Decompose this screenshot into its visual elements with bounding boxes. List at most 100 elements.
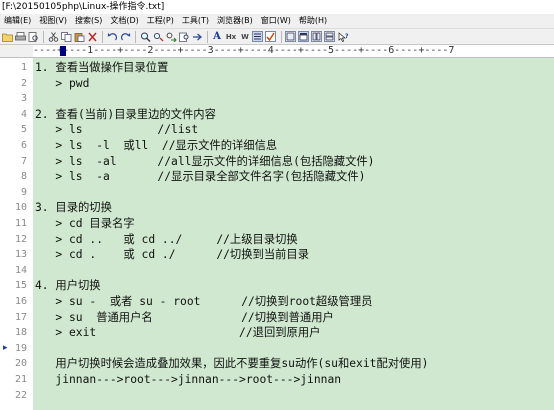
line-number: 16 (14, 296, 27, 307)
editor-line[interactable]: 14 (0, 263, 554, 279)
line-number: 12 (14, 233, 27, 245)
column-mode-icon[interactable] (252, 31, 263, 42)
print-preview-icon[interactable] (27, 31, 39, 43)
line-text[interactable]: > cd . 或 cd ./ //切换到当前目录 (35, 247, 309, 263)
word-wrap-icon[interactable]: W (239, 31, 251, 43)
menu-bar: 编辑(E) 视图(V) 搜索(S) 文档(D) 工程(P) 工具(T) 浏览器(… (0, 14, 554, 28)
line-number: 8 (20, 171, 27, 183)
line-number: 17 (14, 311, 27, 323)
open-folder-icon[interactable] (1, 31, 13, 43)
editor-line[interactable]: 11 > cd 目录名字 (0, 216, 554, 232)
window-1-icon[interactable] (285, 31, 296, 42)
line-number: 14 (14, 264, 27, 276)
line-text[interactable]: > exit //退回到原用户 (35, 325, 320, 341)
svg-text:?: ? (345, 33, 349, 40)
editor-line[interactable]: 15 4. 用户切换 (0, 278, 554, 294)
editor-line[interactable]: 22 (0, 388, 554, 404)
replace-icon[interactable] (165, 31, 177, 43)
editor-line[interactable]: 16 > su - 或者 su - root //切换到root超级管理员 (0, 294, 554, 310)
delete-icon[interactable] (86, 31, 98, 43)
editor-line[interactable]: 6 > ls -l 或ll //显示文件的详细信息 (0, 138, 554, 154)
font-icon[interactable]: A (211, 31, 223, 43)
editor-line[interactable]: 18 > exit //退回到原用户 (0, 325, 554, 341)
line-text[interactable]: 1. 查看当做操作目录位置 (35, 60, 168, 76)
toolbar-separator (135, 30, 136, 43)
help-icon[interactable]: ? (337, 31, 349, 43)
menu-browser[interactable]: 浏览器(B) (213, 14, 257, 28)
editor-line[interactable]: ▸ 19 (0, 341, 554, 357)
spell-check-icon[interactable] (265, 31, 276, 42)
editor-line[interactable]: 4 2. 查看(当前)目录里边的文件内容 (0, 107, 554, 123)
line-text[interactable]: > ls -al //all显示文件的详细信息(包括隐藏文件) (35, 154, 374, 170)
line-number: 4 (20, 108, 27, 120)
menu-edit[interactable]: 编辑(E) (0, 14, 35, 28)
menu-project[interactable]: 工程(P) (143, 14, 178, 28)
editor-line[interactable]: 12 > cd .. 或 cd ../ //上级目录切换 (0, 232, 554, 248)
toolbar: A Hx W ? (0, 28, 554, 45)
find-in-files-icon[interactable] (178, 31, 190, 43)
line-text[interactable]: > ls //list (35, 122, 198, 138)
goto-icon[interactable] (191, 31, 203, 43)
editor-line[interactable]: 5 > ls //list (0, 122, 554, 138)
line-text[interactable]: > ls -l 或ll //显示文件的详细信息 (35, 138, 277, 154)
editor-line[interactable]: 8 > ls -a //显示目录全部文件名字(包括隐藏文件) (0, 169, 554, 185)
line-number: 10 (14, 202, 27, 214)
line-number: 21 (14, 374, 27, 385)
editor-line[interactable]: 9 (0, 185, 554, 201)
line-number: 7 (20, 155, 27, 167)
window-2-icon[interactable] (298, 31, 309, 42)
line-text[interactable]: 用户切换时候会造成叠加效果，因此不要重复su动作(su和exit配对使用) (35, 356, 428, 372)
line-text[interactable]: 3. 目录的切换 (35, 200, 112, 216)
editor-line[interactable]: 1 1. 查看当做操作目录位置 (0, 60, 554, 76)
menu-help[interactable]: 帮助(H) (295, 14, 331, 28)
window-3-icon[interactable] (311, 31, 322, 42)
toolbar-separator (281, 30, 282, 43)
menu-window[interactable]: 窗口(W) (257, 14, 295, 28)
menu-tools[interactable]: 工具(T) (178, 14, 213, 28)
line-text[interactable]: jinnan--->root--->jinnan--->root--->jinn… (35, 372, 341, 388)
editor-line[interactable]: 2 > pwd (0, 76, 554, 92)
line-number: 5 (20, 124, 27, 136)
line-text[interactable]: > su 普通用户名 //切换到普通用户 (35, 310, 333, 326)
line-text[interactable]: > ls -a //显示目录全部文件名字(包括隐藏文件) (35, 169, 365, 185)
editor-line[interactable]: 17 > su 普通用户名 //切换到普通用户 (0, 310, 554, 326)
line-number: 20 (14, 358, 27, 370)
editor-line[interactable]: 21 jinnan--->root--->jinnan--->root--->j… (0, 372, 554, 388)
editor-line[interactable]: 13 > cd . 或 cd ./ //切换到当前目录 (0, 247, 554, 263)
cut-icon[interactable] (47, 31, 59, 43)
paste-icon[interactable] (73, 31, 85, 43)
menu-document[interactable]: 文档(D) (106, 14, 142, 28)
line-text[interactable]: > pwd (35, 76, 89, 92)
window-title: [F:\20150105php\Linux-操作指令.txt] (0, 0, 554, 14)
text-editor[interactable]: 1 1. 查看当做操作目录位置 2 > pwd 3 4 2. 查看(当前)目录里边的文件内… (0, 58, 554, 410)
hex-icon[interactable]: Hx (224, 31, 238, 43)
undo-icon[interactable] (106, 31, 118, 43)
ruler-cursor-marker (60, 46, 66, 56)
line-text[interactable]: 4. 用户切换 (35, 278, 101, 294)
line-number: 3 (20, 93, 27, 105)
font-icon-glyph: A (213, 31, 221, 42)
editor-line[interactable]: 7 > ls -al //all显示文件的详细信息(包括隐藏文件) (0, 154, 554, 170)
line-number: 22 (14, 389, 27, 401)
line-text[interactable]: > su - 或者 su - root //切换到root超级管理员 (35, 294, 372, 310)
toolbar-separator (43, 30, 44, 43)
redo-icon[interactable] (119, 31, 131, 43)
toolbar-separator (102, 30, 103, 43)
window-4-icon[interactable] (324, 31, 335, 42)
line-text[interactable]: > cd .. 或 cd ../ //上级目录切换 (35, 232, 297, 248)
line-text[interactable]: > cd 目录名字 (35, 216, 134, 232)
ruler-scale: ----+----1----+----2----+----3----+----4… (33, 45, 455, 56)
line-number: 11 (14, 218, 27, 229)
print-icon[interactable] (14, 31, 26, 43)
find-icon[interactable] (139, 31, 151, 43)
menu-view[interactable]: 视图(V) (35, 14, 71, 28)
menu-search[interactable]: 搜索(S) (71, 14, 106, 28)
hex-icon-label: Hx (225, 32, 237, 41)
find-next-icon[interactable] (152, 31, 164, 43)
line-text[interactable]: 2. 查看(当前)目录里边的文件内容 (35, 107, 216, 123)
editor-line[interactable]: 10 3. 目录的切换 (0, 200, 554, 216)
line-number: 9 (20, 186, 27, 198)
editor-line[interactable]: 3 (0, 91, 554, 107)
copy-icon[interactable] (60, 31, 72, 43)
editor-line[interactable]: 20 用户切换时候会造成叠加效果，因此不要重复su动作(su和exit配对使用) (0, 356, 554, 372)
